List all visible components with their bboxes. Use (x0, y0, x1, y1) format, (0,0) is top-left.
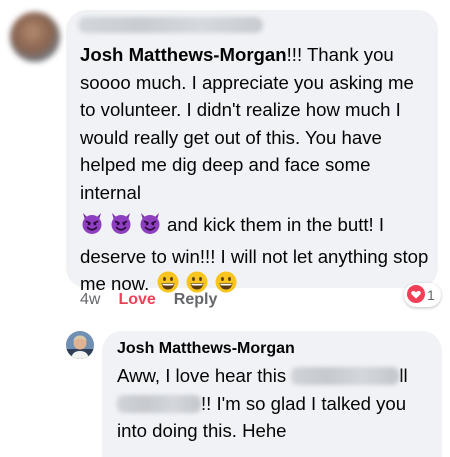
heart-icon (407, 284, 425, 306)
reply-author-name[interactable]: Josh Matthews-Morgan (117, 340, 295, 358)
devil-emoji-icon (138, 211, 162, 243)
comment-text-part1: !!! Thank you soooo much. I appreciate y… (80, 44, 414, 203)
redacted-name-mention-continued[interactable] (117, 394, 201, 413)
reply-button[interactable]: Reply (174, 291, 218, 309)
love-reaction-button[interactable]: Love (118, 291, 155, 309)
devil-emoji-icon (80, 211, 104, 243)
comment-body: Josh Matthews-Morgan!!! Thank you soooo … (80, 41, 432, 302)
reaction-count: 1 (427, 287, 435, 303)
reply-text-part2: ll (399, 365, 408, 386)
comment-actions: 4w Love Reply (80, 291, 217, 309)
comment-emoji-line: and kick them in the butt! I deserve to … (80, 211, 432, 302)
redacted-name-mention[interactable] (291, 367, 400, 385)
devil-emoji-icon (109, 211, 133, 243)
reply-author-avatar[interactable] (66, 331, 94, 359)
grinning-emoji-icon (214, 270, 238, 302)
mentioned-user-link[interactable]: Josh Matthews-Morgan (80, 44, 287, 65)
reaction-summary[interactable]: 1 (404, 283, 441, 307)
reply-text-part1: Aww, I love hear this (117, 365, 287, 386)
commenter-avatar[interactable] (10, 12, 60, 62)
comment-thread: Josh Matthews-Morgan!!! Thank you soooo … (0, 0, 450, 457)
comment-timestamp[interactable]: 4w (80, 291, 100, 309)
redacted-commenter-name[interactable] (78, 17, 263, 33)
reply-body: Aww, I love hear this ll !! I'm so glad … (117, 362, 435, 445)
